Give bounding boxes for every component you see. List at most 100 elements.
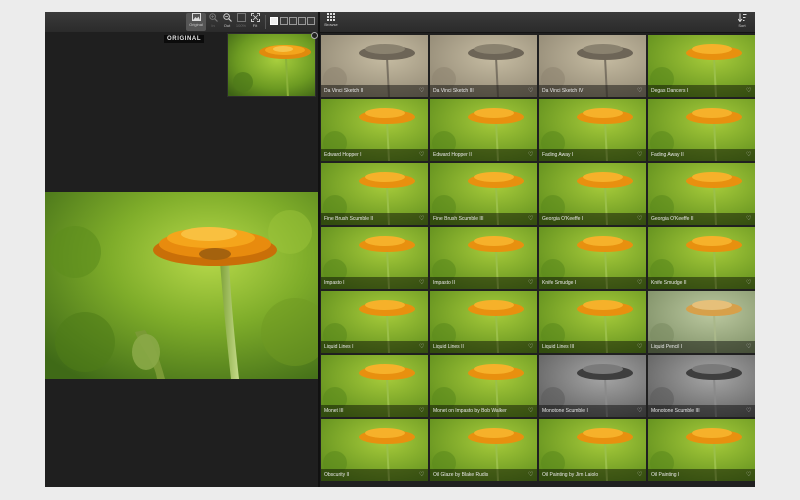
favorite-heart-icon[interactable]: ♡ — [419, 216, 425, 222]
effect-tile[interactable]: Impasto I ♡ — [321, 227, 428, 289]
effect-tile[interactable]: Da Vinci Sketch IV ♡ — [539, 35, 646, 97]
favorite-heart-icon[interactable]: ♡ — [637, 472, 643, 478]
favorite-heart-icon[interactable]: ♡ — [746, 408, 752, 414]
favorite-heart-icon[interactable]: ♡ — [746, 344, 752, 350]
favorite-heart-icon[interactable]: ♡ — [419, 344, 425, 350]
effect-tile-label: Fine Brush Scumble II — [321, 213, 428, 225]
effect-tile[interactable]: Monet on Impasto by Bob Walker ♡ — [430, 355, 537, 417]
effect-tile-label: Liquid Lines I — [321, 341, 428, 353]
favorite-heart-icon[interactable]: ♡ — [637, 408, 643, 414]
favorite-heart-icon[interactable]: ♡ — [746, 152, 752, 158]
effect-tile-label: Degas Dancers I — [648, 85, 755, 97]
favorite-heart-icon[interactable]: ♡ — [419, 408, 425, 414]
sort-button[interactable]: Sort — [732, 13, 752, 31]
toolbar-divider — [265, 15, 266, 29]
favorite-heart-icon[interactable]: ♡ — [528, 280, 534, 286]
original-thumbnail[interactable] — [227, 33, 316, 97]
effect-tile[interactable]: Monet III ♡ — [321, 355, 428, 417]
effect-tile-label: Knife Smudge II — [648, 277, 755, 289]
original-button-label: Original — [189, 22, 203, 27]
effect-tile-label: Da Vinci Sketch IV — [539, 85, 646, 97]
effect-tile[interactable]: Monotone Scumble I ♡ — [539, 355, 646, 417]
effect-tile-label: Edward Hopper II — [430, 149, 537, 161]
favorite-heart-icon[interactable]: ♡ — [637, 152, 643, 158]
split-view-button[interactable] — [280, 17, 288, 25]
effect-tile-label: Liquid Lines III — [539, 341, 646, 353]
effect-tile-label: Fine Brush Scumble III — [430, 213, 537, 225]
favorite-heart-icon[interactable]: ♡ — [419, 472, 425, 478]
effect-tile[interactable]: Oil Painting by Jim Laiolo ♡ — [539, 419, 646, 481]
favorite-heart-icon[interactable]: ♡ — [419, 88, 425, 94]
fit-label: Fit — [252, 23, 258, 28]
grid-icon — [327, 13, 335, 21]
favorite-heart-icon[interactable]: ♡ — [637, 344, 643, 350]
effect-tile[interactable]: Liquid Pencil I ♡ — [648, 291, 755, 353]
zoom-in-label: In — [211, 23, 215, 28]
favorite-heart-icon[interactable]: ♡ — [746, 216, 752, 222]
favorite-heart-icon[interactable]: ♡ — [637, 280, 643, 286]
effect-tile[interactable]: Oil Painting I ♡ — [648, 419, 755, 481]
effect-tile[interactable]: Knife Smudge I ♡ — [539, 227, 646, 289]
zoom-out-label: Out — [223, 23, 231, 28]
preview-pane: ORIGINAL — [45, 32, 318, 487]
effect-tile[interactable]: Fine Brush Scumble II ♡ — [321, 163, 428, 225]
browse-button[interactable]: Browse — [321, 13, 341, 31]
effect-tile-label: Fading Away I — [539, 149, 646, 161]
effect-tile[interactable]: Fading Away I ♡ — [539, 99, 646, 161]
favorite-heart-icon[interactable]: ♡ — [528, 152, 534, 158]
favorite-heart-icon[interactable]: ♡ — [419, 152, 425, 158]
effect-tile[interactable]: Da Vinci Sketch II ♡ — [321, 35, 428, 97]
effect-tile[interactable]: Monotone Scumble III ♡ — [648, 355, 755, 417]
effect-tile-label: Impasto II — [430, 277, 537, 289]
effect-tile-label: Monotone Scumble I — [539, 405, 646, 417]
effect-tile-label: Oil Painting I — [648, 469, 755, 481]
favorite-heart-icon[interactable]: ♡ — [528, 472, 534, 478]
favorite-heart-icon[interactable]: ♡ — [637, 216, 643, 222]
original-badge: ORIGINAL — [164, 35, 205, 43]
compare-view-button[interactable] — [298, 17, 306, 25]
fit-button[interactable]: Fit — [245, 13, 265, 31]
quad-view-button[interactable] — [307, 17, 315, 25]
image-icon — [191, 13, 201, 21]
effect-tile[interactable]: Degas Dancers I ♡ — [648, 35, 755, 97]
effect-tile[interactable]: Fine Brush Scumble III ♡ — [430, 163, 537, 225]
favorite-heart-icon[interactable]: ♡ — [746, 472, 752, 478]
effect-tile[interactable]: Da Vinci Sketch III ♡ — [430, 35, 537, 97]
favorite-heart-icon[interactable]: ♡ — [746, 280, 752, 286]
effect-tile-label: Oil Painting by Jim Laiolo — [539, 469, 646, 481]
effect-tile-label: Georgia O'Keeffe II — [648, 213, 755, 225]
single-view-button[interactable] — [270, 17, 278, 25]
close-thumbnail-icon[interactable] — [311, 32, 318, 39]
effect-tile-label: Liquid Lines II — [430, 341, 537, 353]
effect-tile[interactable]: Liquid Lines II ♡ — [430, 291, 537, 353]
effect-tile[interactable]: Knife Smudge II ♡ — [648, 227, 755, 289]
sort-icon — [737, 13, 746, 22]
effect-tile[interactable]: Obscurity II ♡ — [321, 419, 428, 481]
side-by-side-view-button[interactable] — [289, 17, 297, 25]
effect-tile-label: Fading Away II — [648, 149, 755, 161]
effect-tile-label: Monet on Impasto by Bob Walker — [430, 405, 537, 417]
effect-tile[interactable]: Impasto II ♡ — [430, 227, 537, 289]
favorite-heart-icon[interactable]: ♡ — [528, 216, 534, 222]
effect-tile[interactable]: Fading Away II ♡ — [648, 99, 755, 161]
effect-tile-label: Da Vinci Sketch III — [430, 85, 537, 97]
effects-grid: Da Vinci Sketch II ♡ Da Vinci Sketch III ♡ D… — [320, 34, 755, 487]
effect-tile[interactable]: Liquid Lines III ♡ — [539, 291, 646, 353]
effect-tile-label: Liquid Pencil I — [648, 341, 755, 353]
browse-label: Browse — [324, 22, 338, 27]
favorite-heart-icon[interactable]: ♡ — [419, 280, 425, 286]
favorite-heart-icon[interactable]: ♡ — [637, 88, 643, 94]
effect-tile-label: Knife Smudge I — [539, 277, 646, 289]
effect-tile-label: Monotone Scumble III — [648, 405, 755, 417]
effect-tile[interactable]: Edward Hopper I ♡ — [321, 99, 428, 161]
favorite-heart-icon[interactable]: ♡ — [528, 88, 534, 94]
effect-tile[interactable]: Edward Hopper II ♡ — [430, 99, 537, 161]
effect-tile[interactable]: Liquid Lines I ♡ — [321, 291, 428, 353]
favorite-heart-icon[interactable]: ♡ — [528, 344, 534, 350]
effect-tile-label: Monet III — [321, 405, 428, 417]
effect-tile[interactable]: Oil Glaze by Blake Rudis ♡ — [430, 419, 537, 481]
effect-tile[interactable]: Georgia O'Keeffe II ♡ — [648, 163, 755, 225]
effect-tile[interactable]: Georgia O'Keeffe I ♡ — [539, 163, 646, 225]
favorite-heart-icon[interactable]: ♡ — [746, 88, 752, 94]
favorite-heart-icon[interactable]: ♡ — [528, 408, 534, 414]
